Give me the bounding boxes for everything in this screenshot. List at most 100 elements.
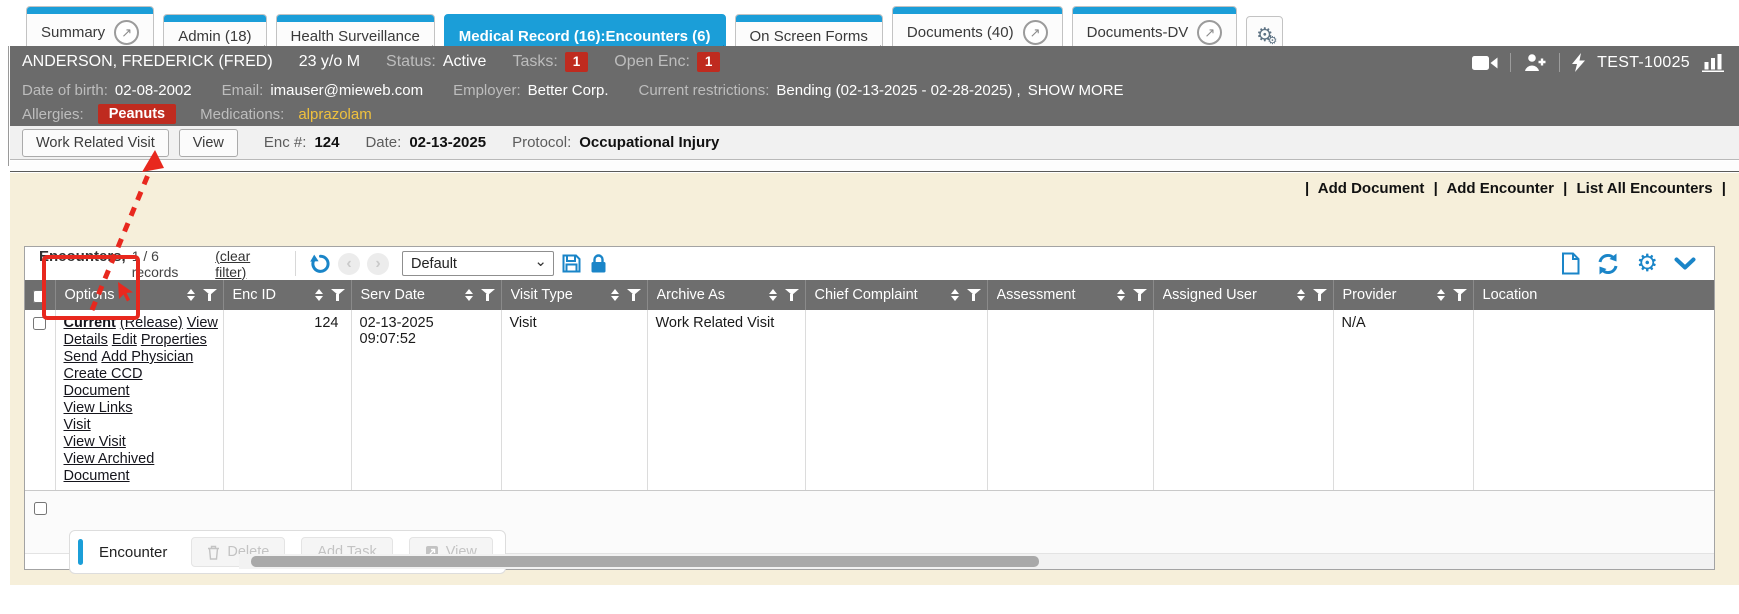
group-accent-bar xyxy=(78,539,83,565)
release-link[interactable]: (Release) xyxy=(120,315,183,331)
sort-icon[interactable] xyxy=(315,289,323,301)
column-visit-type[interactable]: Visit Type xyxy=(511,287,603,303)
select-all-checkbox[interactable] xyxy=(33,290,46,303)
status-label: Status: xyxy=(386,53,436,71)
lock-view-icon[interactable] xyxy=(589,253,608,274)
tasks-label: Tasks: xyxy=(512,53,557,71)
next-page-button[interactable]: › xyxy=(367,253,389,275)
sort-icon[interactable] xyxy=(951,289,959,301)
export-document-icon[interactable] xyxy=(1561,252,1580,275)
horizontal-scrollbar: ◀ xyxy=(25,553,1714,569)
documents-popout-icon[interactable]: ↗ xyxy=(1023,20,1048,45)
chart-id: TEST-10025 xyxy=(1597,54,1690,72)
window-edge-line xyxy=(8,46,9,166)
show-more-link[interactable]: SHOW MORE xyxy=(1028,82,1124,99)
filter-icon[interactable] xyxy=(203,289,217,302)
summary-popout-icon[interactable]: ↗ xyxy=(114,20,139,45)
archive-as-cell: Work Related Visit xyxy=(647,310,805,491)
prev-page-button[interactable]: ‹ xyxy=(338,253,360,275)
filter-icon[interactable] xyxy=(785,289,799,302)
collapse-panel-icon[interactable] xyxy=(1674,257,1696,270)
scrollbar-thumb[interactable] xyxy=(251,556,1039,567)
content-area: | Add Document | Add Encounter | List Al… xyxy=(10,173,1739,585)
work-related-visit-button[interactable]: Work Related Visit xyxy=(22,129,169,157)
view-link[interactable]: View xyxy=(187,315,218,331)
grid-settings-gear-icon[interactable]: ⚙ xyxy=(1636,252,1658,276)
patient-header-row3: Allergies: Peanuts Medications: alprazol… xyxy=(10,102,1739,126)
tasks-count-badge[interactable]: 1 xyxy=(565,52,589,72)
separator: | xyxy=(1305,180,1309,197)
medication-value[interactable]: alprazolam xyxy=(298,106,371,123)
column-serv-date[interactable]: Serv Date xyxy=(361,287,457,303)
column-assigned-user[interactable]: Assigned User xyxy=(1163,287,1289,303)
filter-icon[interactable] xyxy=(481,289,495,302)
refresh-icon[interactable] xyxy=(1596,253,1620,275)
current-link[interactable]: Current xyxy=(64,315,116,331)
view-select[interactable]: Default xyxy=(402,251,554,276)
encounter-action-links: | Add Document | Add Encounter | List Al… xyxy=(1300,180,1731,197)
footer-row-checkbox[interactable] xyxy=(34,502,47,515)
video-visit-icon[interactable] xyxy=(1472,55,1498,71)
quick-action-bolt-icon[interactable] xyxy=(1572,53,1585,72)
scrollbar-track[interactable] xyxy=(239,554,1714,569)
tab-documents-label: Documents (40) xyxy=(907,24,1014,41)
visit-type-cell: Visit xyxy=(501,310,647,491)
dob-value: 02-08-2002 xyxy=(115,82,192,99)
email-value: imauser@mieweb.com xyxy=(270,82,423,99)
enc-number-label: Enc #: xyxy=(264,134,307,151)
filter-icon[interactable] xyxy=(627,289,641,302)
divider-strip xyxy=(10,161,1739,172)
clear-filter-link[interactable]: (clear filter) xyxy=(215,248,285,280)
view-button[interactable]: View xyxy=(179,129,238,157)
dob-label: Date of birth: xyxy=(22,82,108,99)
add-document-link[interactable]: Add Document xyxy=(1318,180,1425,197)
edit-link[interactable]: Edit xyxy=(112,332,137,348)
properties-link[interactable]: Properties xyxy=(141,332,207,348)
column-chief-complaint[interactable]: Chief Complaint xyxy=(815,287,943,303)
sort-icon[interactable] xyxy=(465,289,473,301)
column-provider[interactable]: Provider xyxy=(1343,287,1429,303)
sort-icon[interactable] xyxy=(1297,289,1305,301)
column-location[interactable]: Location xyxy=(1483,287,1709,303)
status-value: Active xyxy=(443,53,487,71)
add-encounter-link[interactable]: Add Encounter xyxy=(1446,180,1554,197)
undo-icon[interactable] xyxy=(310,253,331,274)
add-user-icon[interactable] xyxy=(1523,53,1547,72)
filter-icon[interactable] xyxy=(1313,289,1327,302)
sort-icon[interactable] xyxy=(611,289,619,301)
add-physician-link[interactable]: Add Physician xyxy=(101,349,193,365)
column-assessment[interactable]: Assessment xyxy=(997,287,1109,303)
filter-icon[interactable] xyxy=(967,289,981,302)
send-link[interactable]: Send xyxy=(64,349,98,365)
sort-icon[interactable] xyxy=(1117,289,1125,301)
sort-icon[interactable] xyxy=(187,289,195,301)
view-visit-link[interactable]: View Visit xyxy=(64,434,126,450)
filter-icon[interactable] xyxy=(331,289,345,302)
filter-icon[interactable] xyxy=(1453,289,1467,302)
save-view-icon[interactable] xyxy=(561,253,582,274)
list-all-encounters-link[interactable]: List All Encounters xyxy=(1576,180,1712,197)
view-links-link[interactable]: View Links xyxy=(64,400,133,416)
allergy-badge[interactable]: Peanuts xyxy=(98,104,176,124)
column-enc-id[interactable]: Enc ID xyxy=(233,287,307,303)
details-link[interactable]: Details xyxy=(64,332,108,348)
medications-label: Medications: xyxy=(200,106,284,123)
webchart-page: Summary ↗ Admin (18) Health Surveillance… xyxy=(0,0,1739,614)
tab-health-surveillance-label: Health Surveillance xyxy=(291,28,420,45)
open-enc-count-badge[interactable]: 1 xyxy=(697,52,721,72)
visit-link[interactable]: Visit xyxy=(64,417,91,433)
group-label: Encounter xyxy=(99,544,167,561)
chart-stats-icon[interactable] xyxy=(1702,53,1725,72)
row-checkbox[interactable] xyxy=(33,317,46,330)
sort-icon[interactable] xyxy=(769,289,777,301)
divider xyxy=(1559,53,1560,72)
filter-icon[interactable] xyxy=(1133,289,1147,302)
documents-dv-popout-icon[interactable]: ↗ xyxy=(1197,20,1222,45)
column-archive-as[interactable]: Archive As xyxy=(657,287,761,303)
column-options[interactable]: Options xyxy=(65,287,179,303)
create-ccd-link[interactable]: Create CCD Document xyxy=(64,366,143,399)
sort-icon[interactable] xyxy=(1437,289,1445,301)
divider xyxy=(1510,53,1511,72)
encounters-table: Options Enc ID Serv Date Visit Type Arch… xyxy=(25,280,1714,491)
view-archived-link[interactable]: View Archived Document xyxy=(64,451,155,484)
